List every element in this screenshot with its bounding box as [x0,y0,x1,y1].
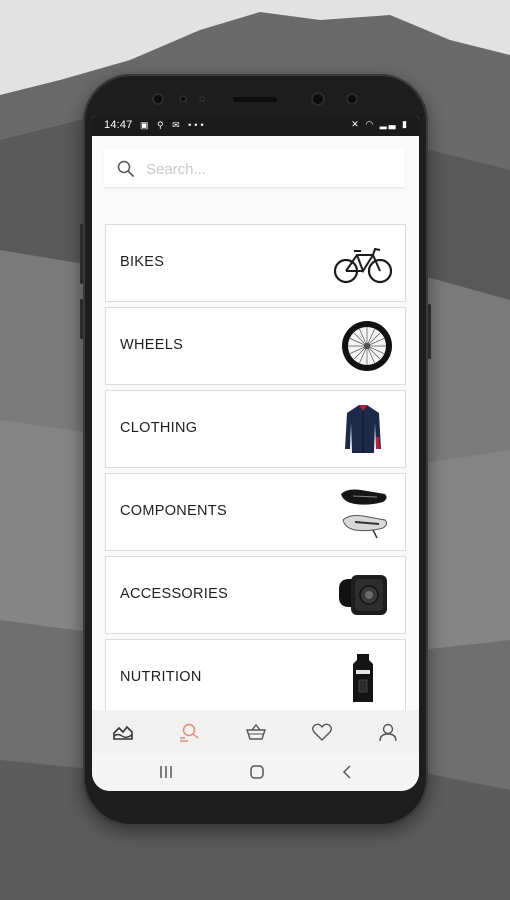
jacket-icon [345,405,381,453]
heart-icon[interactable] [311,721,333,743]
bottom-tab-bar [92,710,419,753]
status-bar: 14:47 ▣ ⚲ ✉ ••• ✕ ◠ ▂▃ ▮ [92,116,419,136]
category-clothing[interactable]: CLOTHING [105,390,406,468]
discover-icon[interactable] [112,721,134,743]
android-nav-bar [92,753,419,791]
app-screen: 14:47 ▣ ⚲ ✉ ••• ✕ ◠ ▂▃ ▮ BIKES [92,116,419,791]
category-label: NUTRITION [120,669,202,685]
front-camera [311,92,325,106]
search-input[interactable] [144,157,388,181]
profile-icon[interactable] [377,721,399,743]
bike-icon [333,247,393,284]
status-time: 14:47 [104,119,133,131]
energy-gel-icon [353,654,373,702]
bike-light-icon [339,575,387,615]
recents-icon[interactable] [156,763,176,781]
system-icons: ✕ ◠ ▂▃ ▮ [351,119,409,129]
category-nutrition[interactable]: NUTRITION [105,639,406,717]
search-bar[interactable] [104,149,405,188]
light-sensor [199,96,205,102]
proximity-sensor [179,95,187,103]
search-user-icon[interactable] [178,721,200,743]
category-wheels[interactable]: WHEELS [105,307,406,385]
front-sensor [152,93,164,105]
category-label: COMPONENTS [120,503,227,519]
phone-frame: 14:47 ▣ ⚲ ✉ ••• ✕ ◠ ▂▃ ▮ BIKES [80,74,431,826]
category-bikes[interactable]: BIKES [105,224,406,302]
iris-scanner [346,93,358,105]
power-button [428,304,431,359]
notification-icons: ▣ ⚲ ✉ ••• [140,120,207,130]
saddle-icon [341,489,388,539]
home-icon[interactable] [247,763,267,781]
category-accessories[interactable]: ACCESSORIES [105,556,406,634]
basket-icon[interactable] [245,721,267,743]
category-label: CLOTHING [120,420,198,436]
category-list: BIKES WHEELS CLOTHING COMPONENTS ACCESSO… [105,224,406,722]
back-icon[interactable] [338,763,358,781]
category-label: BIKES [120,254,165,270]
volume-button [80,224,83,284]
category-label: ACCESSORIES [120,586,229,602]
earpiece-speaker [233,97,277,102]
bixby-button [80,299,83,339]
wheel-icon [342,321,392,371]
category-label: WHEELS [120,337,184,353]
search-icon [117,160,134,177]
category-components[interactable]: COMPONENTS [105,473,406,551]
